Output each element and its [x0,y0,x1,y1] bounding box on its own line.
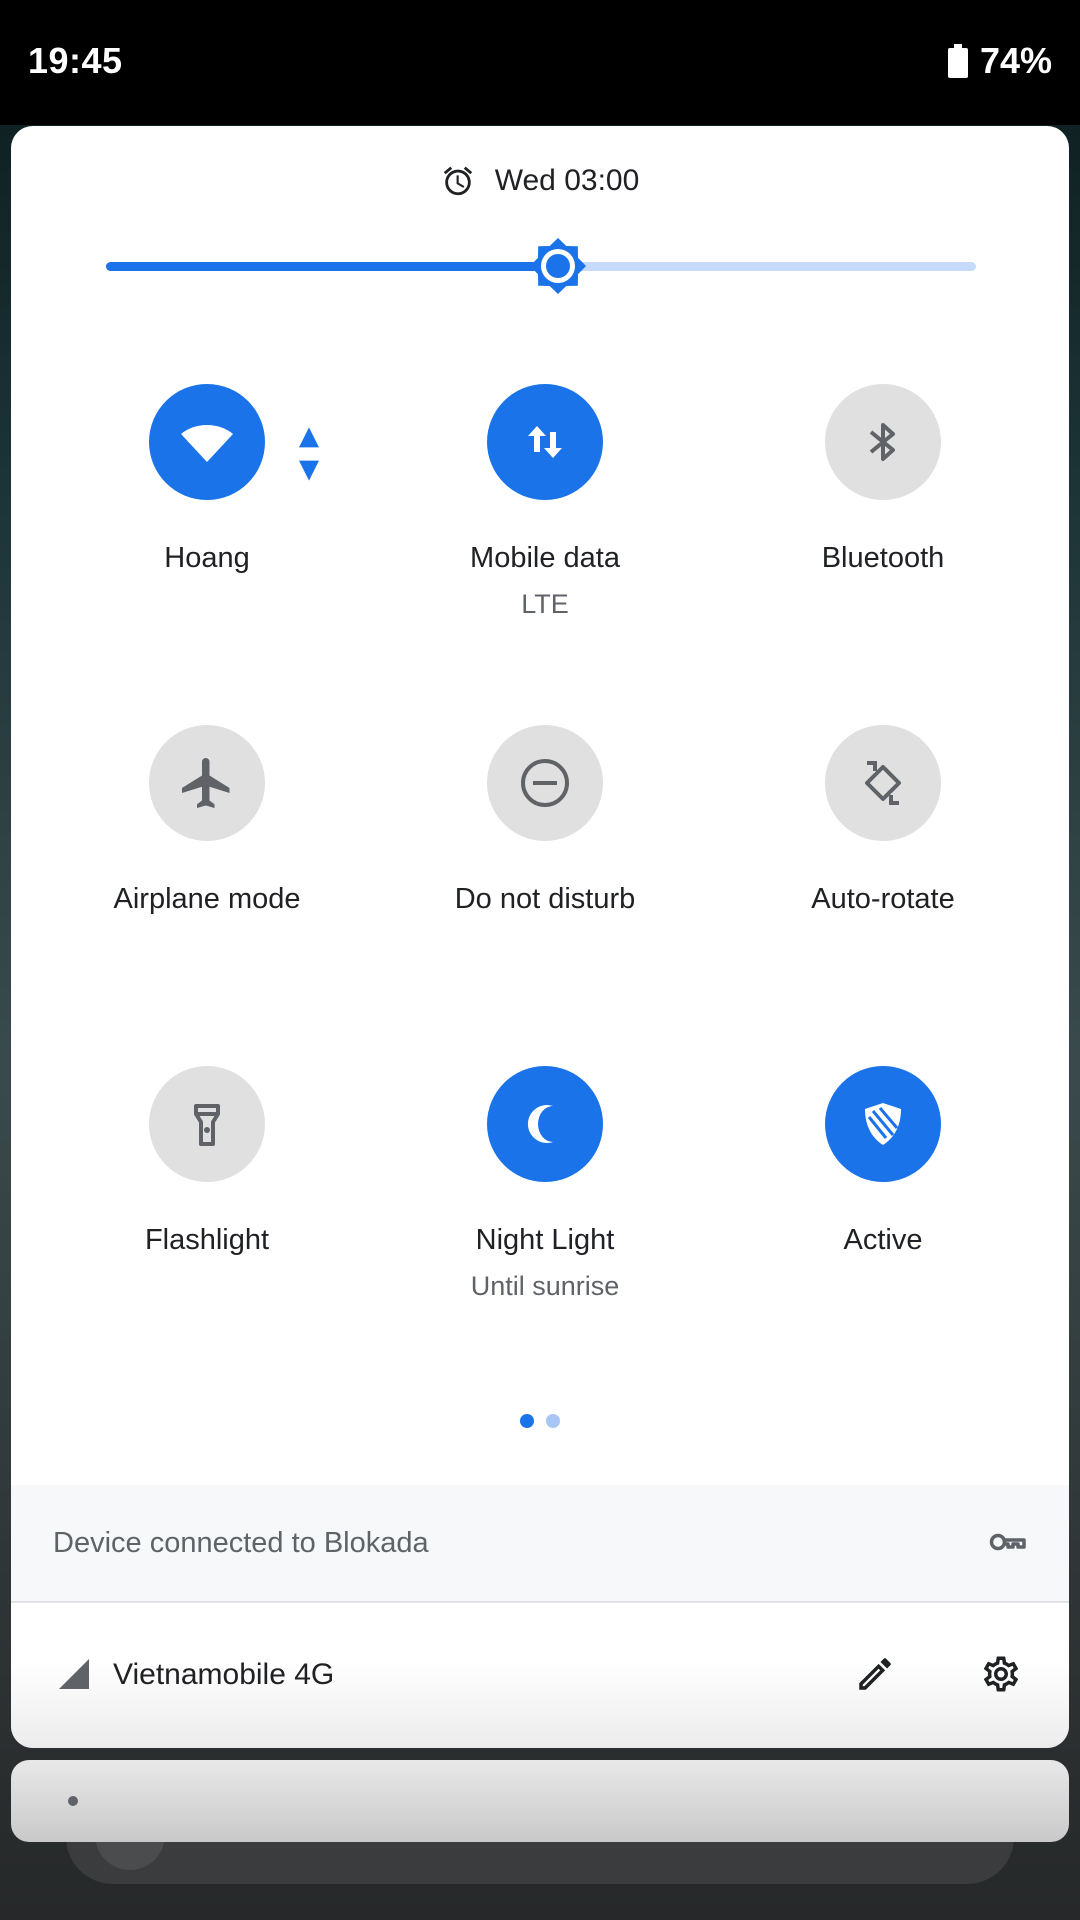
tile-auto-rotate[interactable]: Auto-rotate [718,725,1048,916]
tile-bluetooth[interactable]: Bluetooth [718,384,1048,575]
tile-label: Hoang [164,542,250,574]
tile-mobile-data[interactable]: Mobile data LTE [380,384,710,620]
brightness-fill [106,262,559,271]
tile-sublabel: Until sunrise [470,1271,620,1301]
tile-label: Airplane mode [113,883,301,915]
bluetooth-icon [869,423,895,461]
tile-label: Auto-rotate [811,883,955,915]
collapsed-notification[interactable] [11,1760,1069,1842]
tile-label: Active [843,1224,923,1256]
tile-auto-rotate-button[interactable] [825,725,941,841]
tile-mobile-data-button[interactable] [487,384,603,500]
mobile-data-icon [528,426,562,458]
pencil-icon[interactable] [854,1653,896,1695]
do-not-disturb-icon [521,759,569,807]
tile-label: Do not disturb [454,883,636,915]
vpn-status-text: Device connected to Blokada [53,1527,429,1559]
page-dot-2[interactable] [546,1414,560,1428]
quick-settings-footer: Vietnamobile 4G [11,1603,1069,1748]
page-dot-1[interactable] [520,1414,534,1428]
tile-wifi-button[interactable] [149,384,319,500]
brightness-slider[interactable] [106,238,976,294]
next-alarm[interactable]: Wed 03:00 [11,164,1069,198]
carrier-name: Vietnamobile 4G [113,1658,335,1691]
tile-dnd-button[interactable] [487,725,603,841]
notification-dot-icon [68,1796,78,1806]
tile-label: Flashlight [144,1224,270,1256]
tile-sublabel: LTE [521,589,569,619]
moon-icon [527,1105,553,1143]
auto-rotate-icon [861,759,905,807]
wifi-icon [181,425,233,462]
tile-wifi[interactable]: Hoang [42,384,372,575]
tile-airplane-button[interactable] [149,725,265,841]
page-indicator [11,1414,1069,1428]
brightness-thumb-icon[interactable] [528,236,588,296]
tile-blokada[interactable]: Active [718,1066,1048,1257]
status-bar: 19:45 74% [0,0,1080,125]
tile-label: Bluetooth [821,542,945,574]
alarm-icon [443,166,472,196]
tile-blokada-button[interactable] [825,1066,941,1182]
battery-percent: 74% [979,40,1052,81]
key-icon [989,1533,1026,1551]
tile-label: Night Light [475,1224,615,1256]
tile-night-light[interactable]: Night Light Until sunrise [380,1066,710,1302]
status-right: 74% [947,40,1052,82]
vpn-status-row[interactable]: Device connected to Blokada [11,1485,1069,1603]
airplane-icon [182,758,230,808]
status-time: 19:45 [28,40,123,81]
wifi-activity-icon [299,427,319,481]
tile-airplane-mode[interactable]: Airplane mode [42,725,372,916]
tile-label: Mobile data [470,542,620,574]
alarm-text: Wed 03:00 [494,164,640,197]
tile-flashlight-button[interactable] [149,1066,265,1182]
quick-settings-panel: Wed 03:00 Hoang Mobile data LTE Bluetoot… [11,126,1069,1748]
tile-night-light-button[interactable] [487,1066,603,1182]
shield-icon [865,1103,901,1145]
tile-bluetooth-button[interactable] [825,384,941,500]
gear-icon[interactable] [980,1653,1022,1695]
signal-icon [59,1659,89,1689]
flashlight-icon [194,1104,220,1146]
battery-icon [947,44,968,78]
tile-do-not-disturb[interactable]: Do not disturb [380,725,710,916]
tile-flashlight[interactable]: Flashlight [42,1066,372,1257]
